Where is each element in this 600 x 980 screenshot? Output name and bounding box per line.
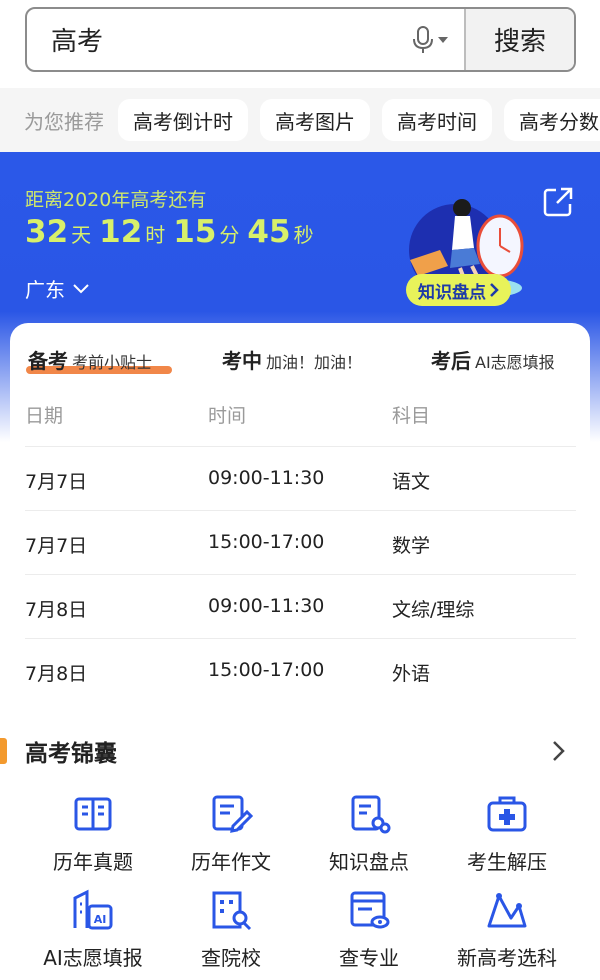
header-date: 日期 [25, 405, 64, 427]
header-time: 时间 [208, 405, 247, 427]
chevron-right-icon [490, 283, 499, 297]
tab-after[interactable]: 考后 AI志愿填报 [431, 345, 555, 374]
tool-label: 查专业 [339, 946, 399, 970]
cell-date: 7月7日 [25, 471, 88, 493]
tool-label: AI志愿填报 [43, 946, 143, 970]
suggestion-chip[interactable]: 高考时间 [382, 99, 492, 141]
tab-main-label: 备考 [28, 349, 68, 373]
tab-during[interactable]: 考中 加油！加油！ [222, 345, 362, 374]
countdown-minutes: 15 [173, 214, 217, 250]
voice-input-button[interactable] [396, 9, 464, 70]
essay-edit-icon [212, 795, 253, 833]
tab-sub-label: AI志愿填报 [475, 353, 555, 372]
toolkit-grid: 历年真题 历年作文 知识盘点 考生解压 AI AI志愿填报 查院校 查专业 新高… [24, 788, 576, 980]
ai-building-icon: AI [73, 889, 113, 930]
table-row: 7月8日 15:00-17:00 外语 [25, 639, 576, 703]
svg-text:AI: AI [94, 913, 107, 926]
tool-label: 历年真题 [53, 850, 133, 874]
countdown-minutes-unit: 分 [219, 223, 240, 247]
region-selector[interactable]: 广东 [25, 274, 89, 303]
cell-time: 09:00-11:30 [208, 467, 325, 489]
knowledge-review-button[interactable]: 知识盘点 [406, 274, 511, 306]
cell-subject: 数学 [392, 535, 431, 557]
subject-chart-icon [487, 893, 527, 928]
tab-sub-label: 考前小贴士 [72, 353, 153, 372]
suggestion-chip[interactable]: 高考图片 [260, 99, 370, 141]
tool-knowledge-review[interactable]: 知识盘点 [300, 788, 438, 884]
countdown-days: 32 [25, 214, 69, 250]
countdown-hours-unit: 时 [145, 223, 166, 247]
cell-time: 15:00-17:00 [208, 659, 325, 681]
suggestion-row: 为您推荐 高考倒计时 高考图片 高考时间 高考分数 [0, 88, 600, 152]
first-aid-kit-icon [487, 796, 527, 832]
microphone-icon [413, 25, 433, 53]
share-icon[interactable] [542, 186, 574, 218]
countdown-seconds-unit: 秒 [293, 223, 314, 247]
cell-date: 7月8日 [25, 663, 88, 685]
tool-past-essays[interactable]: 历年作文 [162, 788, 300, 884]
cell-subject: 文综/理综 [392, 599, 475, 621]
table-row: 7月7日 09:00-11:30 语文 [25, 447, 576, 511]
caret-down-icon [438, 36, 448, 43]
tool-label: 查院校 [201, 946, 261, 970]
phase-tabs: 备考 考前小贴士 考中 加油！加油！ 考后 AI志愿填报 [26, 345, 573, 379]
tab-main-label: 考中 [222, 349, 262, 373]
cell-time: 09:00-11:30 [208, 595, 325, 617]
header-subject: 科目 [392, 405, 431, 427]
countdown-hours: 12 [99, 214, 143, 250]
chevron-right-icon[interactable] [552, 740, 566, 762]
search-button[interactable]: 搜索 [464, 9, 574, 70]
cell-date: 7月7日 [25, 535, 88, 557]
cell-date: 7月8日 [25, 599, 88, 621]
tool-label: 考生解压 [467, 850, 547, 874]
tool-search-schools[interactable]: 查院校 [162, 884, 300, 980]
section-accent-bar [0, 738, 7, 764]
tab-prepare[interactable]: 备考 考前小贴士 [26, 345, 172, 374]
cell-time: 15:00-17:00 [208, 531, 325, 553]
search-input[interactable] [27, 9, 396, 70]
countdown-title: 距离2020年高考还有 [25, 189, 207, 211]
major-view-icon [350, 891, 390, 929]
tool-stress-relief[interactable]: 考生解压 [438, 788, 576, 884]
region-label: 广东 [25, 278, 65, 302]
countdown-timer: 32 天 12 时 15 分 45 秒 [25, 214, 322, 250]
tool-label: 知识盘点 [329, 850, 409, 874]
suggestion-chip[interactable]: 高考倒计时 [118, 99, 248, 141]
countdown-seconds: 45 [247, 214, 291, 250]
search-bar: 搜索 [25, 7, 576, 72]
tool-label: 历年作文 [191, 850, 271, 874]
countdown-days-unit: 天 [71, 223, 92, 247]
toolkit-title: 高考锦囊 [25, 741, 117, 767]
knowledge-review-label: 知识盘点 [418, 282, 486, 303]
exam-schedule-table: 日期 时间 科目 7月7日 09:00-11:30 语文 7月7日 15:00-… [25, 385, 576, 703]
tool-new-subject-selection[interactable]: 新高考选科 [438, 884, 576, 980]
tool-ai-application[interactable]: AI AI志愿填报 [24, 884, 162, 980]
suggestion-label: 为您推荐 [24, 109, 104, 134]
tool-past-exams[interactable]: 历年真题 [24, 788, 162, 884]
suggestion-chip[interactable]: 高考分数 [504, 99, 600, 141]
tab-main-label: 考后 [431, 349, 471, 373]
table-row: 7月8日 09:00-11:30 文综/理综 [25, 575, 576, 639]
exam-paper-icon [74, 797, 112, 831]
school-search-icon [212, 891, 252, 931]
tool-search-majors[interactable]: 查专业 [300, 884, 438, 980]
chevron-down-icon [73, 283, 89, 293]
table-header: 日期 时间 科目 [25, 385, 576, 447]
table-row: 7月7日 15:00-17:00 数学 [25, 511, 576, 575]
tool-label: 新高考选科 [457, 946, 557, 970]
knowledge-review-icon [351, 795, 391, 834]
tab-sub-label: 加油！加油！ [266, 353, 363, 372]
cell-subject: 语文 [392, 471, 431, 493]
cell-subject: 外语 [392, 663, 431, 685]
